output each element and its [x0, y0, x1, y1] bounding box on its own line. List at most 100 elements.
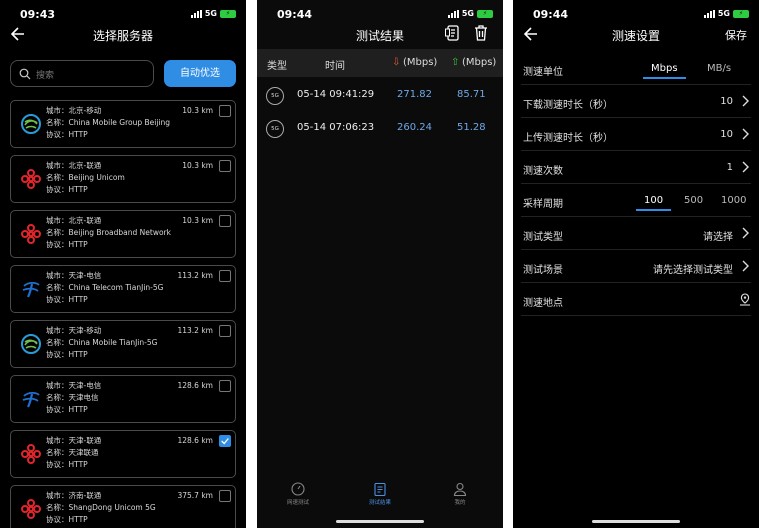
export-icon[interactable] [445, 24, 461, 42]
page-title: 测速设置 [611, 29, 660, 43]
server-distance: 113.2 km [177, 271, 213, 280]
header-type: 类型 [267, 61, 287, 72]
test-results-screen: 09:44 5G ⚡ 测试结果 类型 时间 ⇩ (Mbps) ⇧ (Mbps) … [257, 0, 503, 528]
setting-test-count[interactable]: 测速次数 1 [521, 151, 751, 184]
result-row[interactable]: 5G 05-14 07:06:23 260.24 51.28 [257, 113, 503, 145]
results-table-header: 类型 时间 ⇩ (Mbps) ⇧ (Mbps) [257, 49, 503, 77]
result-row[interactable]: 5G 05-14 09:41:29 271.82 85.71 [257, 80, 503, 112]
setting-test-type[interactable]: 测试类型 请选择 [521, 217, 751, 250]
setting-test-location[interactable]: 测速地点 [521, 283, 751, 316]
server-protocol: 协议：HTTP [46, 350, 88, 359]
server-name: 名称：Beijing Broadband Network [46, 228, 171, 237]
server-distance: 10.3 km [182, 216, 213, 225]
network-type-badge: 5G [266, 120, 284, 138]
server-city: 城市：济南-联通 [46, 491, 102, 500]
server-distance: 128.6 km [177, 436, 213, 445]
server-city: 城市：北京-移动 [46, 106, 102, 115]
server-city: 城市：天津-电信 [46, 381, 102, 390]
trash-icon[interactable] [473, 24, 489, 42]
server-checkbox[interactable] [219, 380, 231, 392]
setting-upload-duration[interactable]: 上传测速时长（秒） 10 [521, 118, 751, 151]
sampling-option-1000[interactable]: 1000 [721, 195, 746, 206]
server-distance: 128.6 km [177, 381, 213, 390]
tab-speedometer[interactable]: 网速测试 [273, 482, 323, 506]
sampling-label: 采样周期 [523, 199, 563, 210]
tab-clipboard[interactable]: 测试结果 [355, 482, 405, 506]
signal-icon [447, 9, 459, 18]
result-upload: 51.28 [457, 122, 486, 133]
server-checkbox[interactable] [219, 325, 231, 337]
chevron-right-icon [742, 128, 749, 140]
server-checkbox[interactable] [219, 270, 231, 282]
auto-select-button[interactable]: 自动优选 [164, 60, 236, 87]
unit-label: 测速单位 [523, 67, 563, 78]
nav-bar: 测试结果 [257, 24, 503, 46]
china-unicom-logo [20, 498, 42, 520]
setting-download-duration[interactable]: 下载测速时长（秒） 10 [521, 85, 751, 118]
location-pin-icon[interactable] [739, 293, 751, 306]
server-card[interactable]: 城市：天津-电信 名称：China Telecom TianJin-5G 协议：HT… [10, 265, 236, 313]
search-input[interactable]: 搜索 [10, 60, 154, 87]
server-card[interactable]: 城市：天津-电信 名称：天津电信 协议：HTTP 128.6 km [10, 375, 236, 423]
chevron-right-icon [742, 227, 749, 239]
server-distance: 10.3 km [182, 106, 213, 115]
setting-sampling-period: 采样周期 100 500 1000 [521, 184, 751, 217]
server-checkbox[interactable] [219, 160, 231, 172]
nav-bar: 选择服务器 [0, 24, 246, 46]
sampling-option-500[interactable]: 500 [684, 195, 703, 206]
signal-icon [703, 9, 715, 18]
tab-bar: 网速测试 测试结果 我的 [257, 482, 503, 512]
server-list: 城市：北京-移动 名称：China Mobile Group Beijing 协议：… [10, 100, 236, 528]
test-type-value: 请选择 [703, 232, 733, 243]
upload-arrow-icon: ⇧ [451, 57, 460, 68]
server-city: 城市：天津-电信 [46, 271, 102, 280]
server-protocol: 协议：HTTP [46, 460, 88, 469]
result-time: 05-14 07:06:23 [297, 122, 375, 133]
china-unicom-logo [20, 443, 42, 465]
status-time: 09:43 [20, 8, 56, 21]
setting-test-scene[interactable]: 测试场景 请先选择测试类型 [521, 250, 751, 283]
server-checkbox[interactable] [219, 490, 231, 502]
server-card[interactable]: 城市：天津-联通 名称：天津联通 协议：HTTP 128.6 km [10, 430, 236, 478]
server-protocol: 协议：HTTP [46, 185, 88, 194]
result-upload: 85.71 [457, 89, 486, 100]
battery-icon: ⚡ [220, 9, 236, 18]
download-duration-label: 下载测速时长（秒） [523, 100, 613, 111]
server-checkbox[interactable] [219, 435, 231, 447]
server-card[interactable]: 城市：天津-移动 名称：China Mobile TianJin-5G 协议：HTT… [10, 320, 236, 368]
server-city: 城市：北京-联通 [46, 161, 102, 170]
china-unicom-logo [20, 223, 42, 245]
signal-icon [190, 9, 202, 18]
network-type-badge: 5G [266, 87, 284, 105]
server-checkbox[interactable] [219, 105, 231, 117]
unit-option-mbps[interactable]: Mbps [643, 63, 686, 79]
tab-user[interactable]: 我的 [435, 482, 485, 506]
chevron-right-icon [742, 161, 749, 173]
save-button[interactable]: 保存 [725, 27, 747, 43]
test-count-value: 1 [726, 162, 733, 173]
server-card[interactable]: 城市：济南-联通 名称：ShangDong Unicom 5G 协议：HTTP 375… [10, 485, 236, 528]
result-download: 260.24 [397, 122, 432, 133]
battery-icon: ⚡ [733, 9, 749, 18]
server-protocol: 协议：HTTP [46, 240, 88, 249]
sampling-option-100[interactable]: 100 [636, 195, 672, 211]
server-protocol: 协议：HTTP [46, 130, 88, 139]
server-card[interactable]: 城市：北京-联通 名称：Beijing Broadband Network 协议：H… [10, 210, 236, 258]
network-label: 5G [461, 9, 474, 18]
download-duration-value: 10 [720, 96, 733, 107]
speed-settings-screen: 09:44 5G ⚡ 测速设置 保存 测速单位 Mbps MB/s 下载测速时长… [513, 0, 759, 528]
status-bar: 09:44 5G ⚡ [513, 8, 759, 24]
server-card[interactable]: 城市：北京-移动 名称：China Mobile Group Beijing 协议：… [10, 100, 236, 148]
upload-duration-label: 上传测速时长（秒） [523, 133, 613, 144]
server-checkbox[interactable] [219, 215, 231, 227]
unit-option-mbs[interactable]: MB/s [707, 63, 731, 74]
tab-label: 测试结果 [368, 500, 391, 506]
server-name: 名称：ShangDong Unicom 5G [46, 503, 156, 512]
speedometer-icon [273, 482, 323, 496]
server-distance: 10.3 km [182, 161, 213, 170]
china-telecom-logo [20, 388, 42, 410]
result-time: 05-14 09:41:29 [297, 89, 375, 100]
server-card[interactable]: 城市：北京-联通 名称：Beijing Unicom 协议：HTTP 10.3 km [10, 155, 236, 203]
chevron-right-icon [742, 260, 749, 272]
china-unicom-logo [20, 168, 42, 190]
